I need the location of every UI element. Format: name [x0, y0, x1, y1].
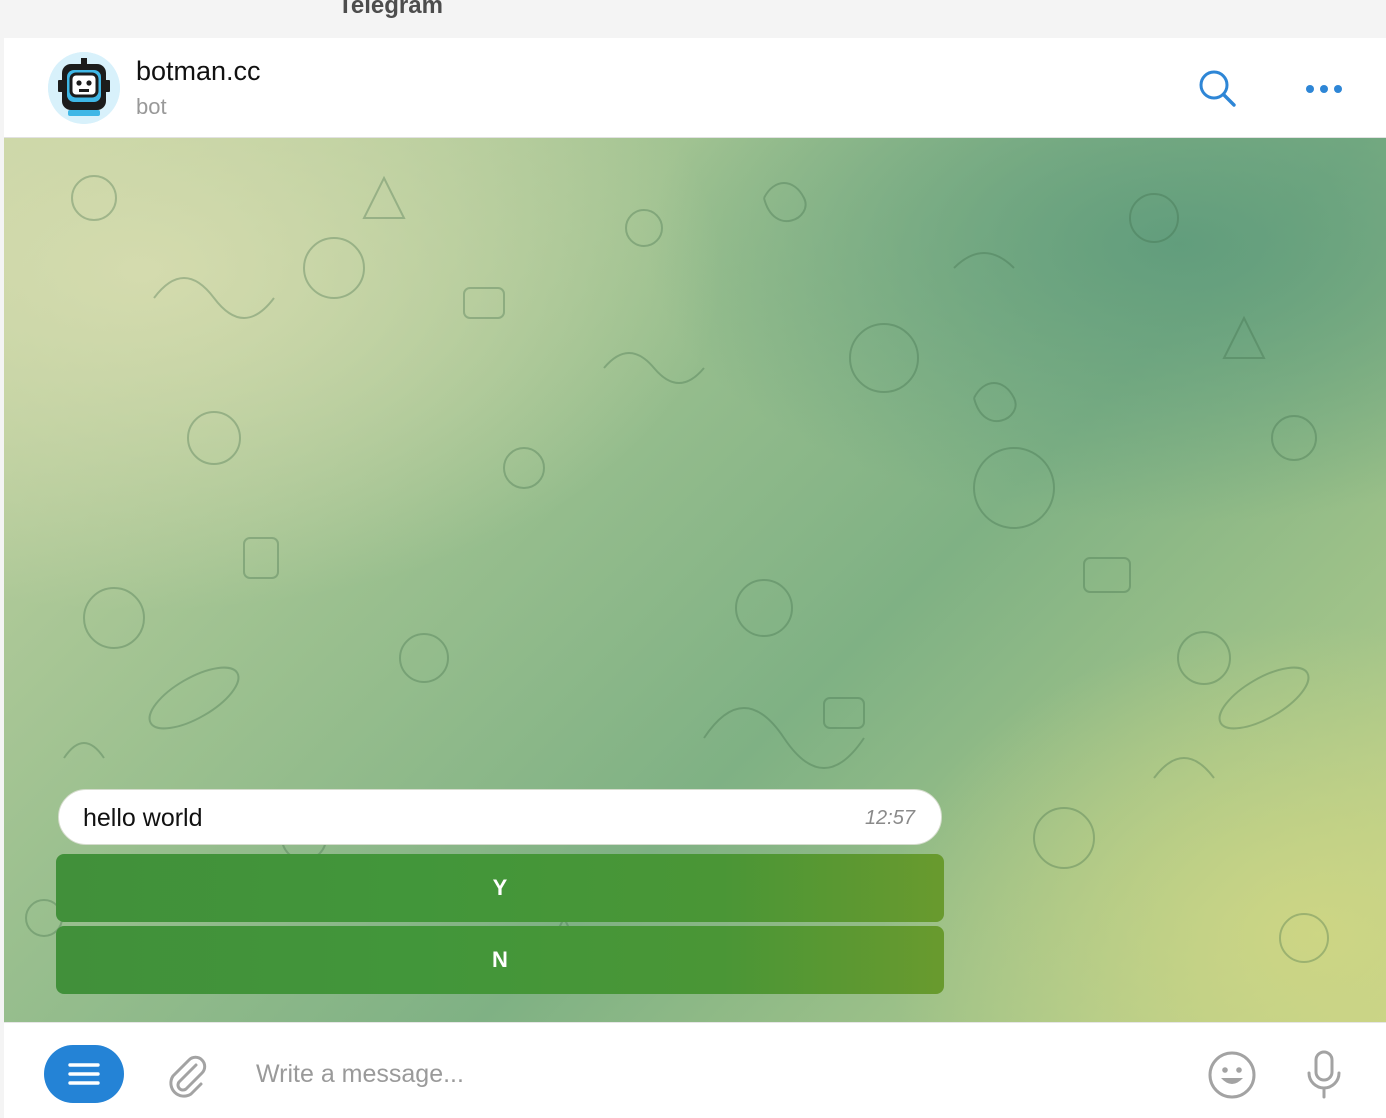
chat-status: bot — [136, 94, 167, 119]
robot-avatar-icon — [48, 52, 120, 124]
microphone-icon — [1307, 1050, 1341, 1099]
chat-area: hello world 12:57 Y N — [4, 138, 1386, 1022]
search-icon — [1199, 70, 1236, 107]
menu-icon — [68, 1063, 100, 1085]
chat-header: botman.cc bot — [4, 38, 1386, 138]
message-bubble[interactable]: hello world 12:57 — [58, 789, 942, 845]
emoji-icon — [1208, 1051, 1256, 1099]
message-input[interactable] — [244, 1049, 1144, 1099]
app-title: Telegram — [338, 0, 443, 19]
message-text: hello world — [83, 804, 203, 832]
bot-menu-button[interactable] — [44, 1045, 124, 1103]
voice-record-button[interactable] — [1296, 1045, 1352, 1105]
telegram-window: botman.cc bot hello world 12:57 Y N Writ… — [4, 38, 1386, 1118]
inline-keyboard-button-n[interactable]: N — [56, 926, 944, 994]
more-dots-icon — [1306, 85, 1342, 93]
emoji-button[interactable] — [1204, 1047, 1260, 1103]
window-titlebar: Telegram — [0, 0, 1386, 38]
message-composer — [4, 1022, 1386, 1118]
avatar[interactable] — [48, 52, 120, 124]
paperclip-icon — [169, 1055, 207, 1098]
message-time: 12:57 — [864, 807, 915, 829]
chat-name[interactable]: botman.cc — [136, 56, 261, 87]
search-button[interactable] — [1193, 64, 1243, 114]
attach-button[interactable] — [158, 1047, 214, 1103]
more-options-button[interactable] — [1299, 64, 1349, 114]
inline-keyboard-button-y[interactable]: Y — [56, 854, 944, 922]
